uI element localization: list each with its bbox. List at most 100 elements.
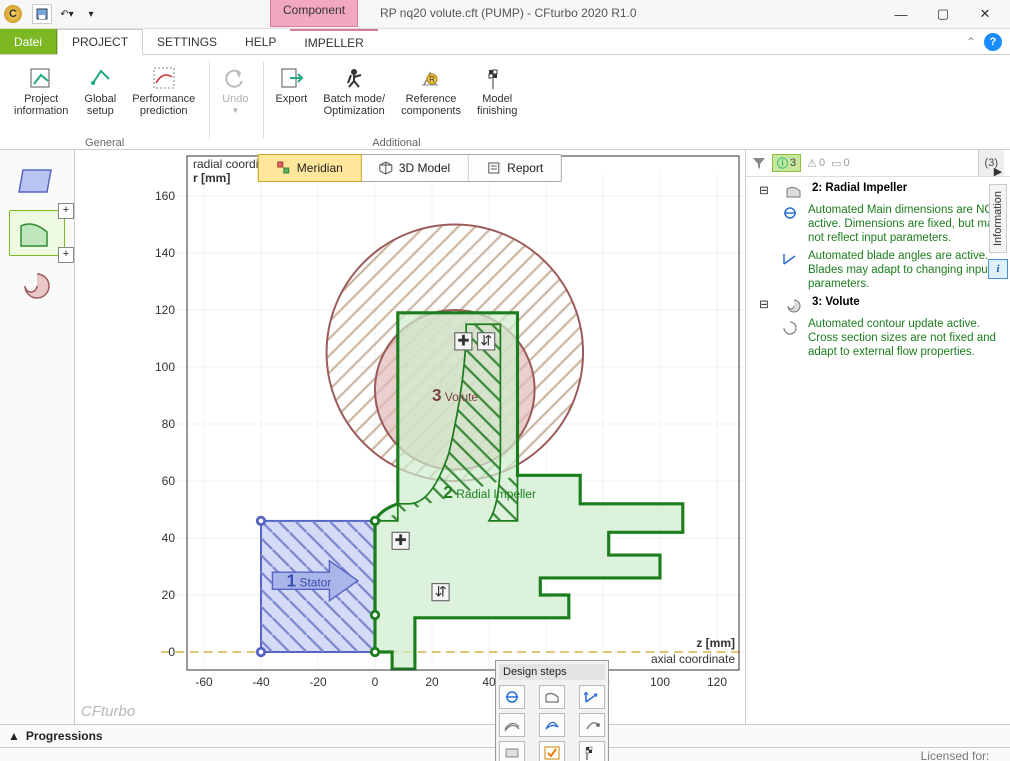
project-information-button[interactable]: Project information (6, 61, 76, 127)
svg-text:⇵: ⇵ (435, 584, 447, 600)
impeller-node-icon (782, 181, 806, 199)
svg-text:120: 120 (707, 675, 727, 689)
svg-text:40: 40 (162, 531, 176, 545)
add-above-icon[interactable]: + (58, 203, 74, 219)
close-button[interactable]: ✕ (964, 0, 1006, 28)
undo-button: Undo▼ (214, 61, 256, 127)
licensed-label: Licensed for: (921, 750, 1002, 761)
ds-blade-profile-icon[interactable] (539, 713, 565, 737)
performance-prediction-button[interactable]: Performance prediction (124, 61, 203, 127)
meridian-view[interactable]: Meridian 3D Model Report (75, 150, 745, 724)
plot-handle-1: ✚ (455, 333, 472, 350)
tab-datei[interactable]: Datei (0, 29, 57, 54)
info-panel: ⓘ3 ⚠0 ▭0 (3) ⊟ 2: Radial Impeller Automa… (745, 150, 1010, 724)
warn-count[interactable]: ⚠0 (807, 157, 825, 170)
svg-text:⇵: ⇵ (480, 334, 492, 350)
ribbon: Project information Global setup Perform… (0, 55, 1010, 150)
side-tabs: ▶ Information i (986, 165, 1010, 279)
component-volute[interactable] (9, 262, 65, 308)
expand-arrow-icon[interactable]: ▶ (994, 165, 1002, 178)
svg-text:axial coordinate: axial coordinate (651, 652, 735, 666)
design-steps-title: Design steps (499, 664, 605, 680)
info-count-badge[interactable]: ⓘ3 (772, 154, 801, 172)
svg-text:160: 160 (155, 189, 175, 203)
node-volute-head[interactable]: 3: Volute (812, 295, 860, 313)
svg-text:-40: -40 (252, 675, 270, 689)
info-i-icon[interactable]: i (988, 259, 1008, 279)
ds-main-dim-icon[interactable] (499, 685, 525, 709)
app-icon: C (4, 5, 22, 23)
ds-solids-icon[interactable] (499, 741, 525, 761)
design-steps-popup[interactable]: Design steps (495, 660, 609, 761)
group-additional-label: Additional (268, 137, 526, 149)
tree-toggle-icon-2[interactable]: ⊟ (752, 295, 776, 313)
global-setup-button[interactable]: Global setup (76, 61, 124, 127)
tab-impeller[interactable]: IMPELLER (290, 29, 377, 54)
other-count[interactable]: ▭0 (831, 157, 850, 170)
ds-meridian-icon[interactable] (539, 685, 565, 709)
svg-text:R: R (429, 75, 435, 84)
collapse-ribbon-icon[interactable]: ⌃ (966, 35, 976, 49)
svg-text:r [mm]: r [mm] (193, 171, 230, 185)
msg-1: Automated Main dimensions are NOT active… (808, 203, 1004, 245)
main-area: + + Meridian 3D Model Report (0, 150, 1010, 724)
tab-settings[interactable]: SETTINGS (143, 29, 231, 54)
quick-access: ↶▾ ▾ (32, 4, 100, 24)
ds-blade-thick-icon[interactable] (499, 713, 525, 737)
qat-more-icon[interactable]: ▾ (82, 5, 100, 23)
reference-components-button[interactable]: RReference components (393, 61, 469, 127)
svg-text:z [mm]: z [mm] (696, 636, 735, 650)
svg-text:✚: ✚ (395, 533, 407, 549)
view-tabs: Meridian 3D Model Report (258, 154, 562, 182)
svg-text:0: 0 (168, 645, 175, 659)
undo-qat-icon[interactable]: ↶▾ (58, 5, 76, 23)
svg-text:-60: -60 (195, 675, 213, 689)
tab-help[interactable]: HELP (231, 29, 290, 54)
batch-mode-button[interactable]: Batch mode/ Optimization (315, 61, 393, 127)
tab-meridian[interactable]: Meridian (258, 154, 362, 182)
minimize-button[interactable]: — (880, 0, 922, 28)
svg-text:0: 0 (372, 675, 379, 689)
blade-angle-msg-icon (778, 249, 802, 291)
save-icon[interactable] (32, 4, 52, 24)
volute-node-icon (782, 295, 806, 313)
node-impeller-head[interactable]: 2: Radial Impeller (812, 181, 907, 199)
ds-check-icon[interactable] (539, 741, 565, 761)
tab-report[interactable]: Report (469, 155, 561, 181)
add-below-icon[interactable]: + (58, 247, 74, 263)
window-title: RP nq20 volute.cft (PUMP) - CFturbo 2020… (380, 6, 637, 20)
info-panel-header: ⓘ3 ⚠0 ▭0 (3) (746, 150, 1010, 177)
tree-toggle-icon[interactable]: ⊟ (752, 181, 776, 199)
svg-text:140: 140 (155, 246, 175, 260)
plot-handle-2: ⇵ (478, 333, 495, 350)
tab-project[interactable]: PROJECT (57, 29, 143, 55)
plot-handle-4: ⇵ (432, 584, 449, 601)
tab-3d-model[interactable]: 3D Model (361, 155, 469, 181)
svg-text:100: 100 (155, 360, 175, 374)
msg-3: Automated contour update active. Cross s… (808, 317, 1004, 359)
svg-text:20: 20 (425, 675, 439, 689)
svg-text:100: 100 (650, 675, 670, 689)
model-finishing-button[interactable]: Model finishing (469, 61, 525, 127)
component-stator[interactable] (9, 158, 65, 204)
information-tab[interactable]: Information (989, 184, 1007, 253)
ds-edge-icon[interactable] (579, 713, 605, 737)
component-impeller[interactable]: + + (9, 210, 65, 256)
ds-blade-angle-icon[interactable] (579, 685, 605, 709)
chevron-icon: ▲ (8, 729, 20, 743)
export-button[interactable]: Export (268, 61, 316, 127)
watermark: CFturbo (81, 703, 135, 720)
svg-text:20: 20 (162, 588, 176, 602)
filter-icon[interactable] (752, 156, 766, 170)
svg-text:60: 60 (162, 474, 176, 488)
meridian-plot[interactable]: ✚ ⇵ ✚ ⇵ 1 Stator 2 Radial Impeller 3 Vol… (75, 150, 745, 702)
msg-2: Automated blade angles are active. Blade… (808, 249, 1004, 291)
svg-text:✚: ✚ (457, 334, 469, 350)
svg-text:-20: -20 (309, 675, 327, 689)
component-tag: Component (270, 0, 358, 27)
help-icon[interactable]: ? (984, 33, 1002, 51)
maximize-button[interactable]: ▢ (922, 0, 964, 28)
ds-finish-icon[interactable] (579, 741, 605, 761)
group-general-label: General (6, 137, 203, 149)
main-dim-msg-icon (778, 203, 802, 245)
